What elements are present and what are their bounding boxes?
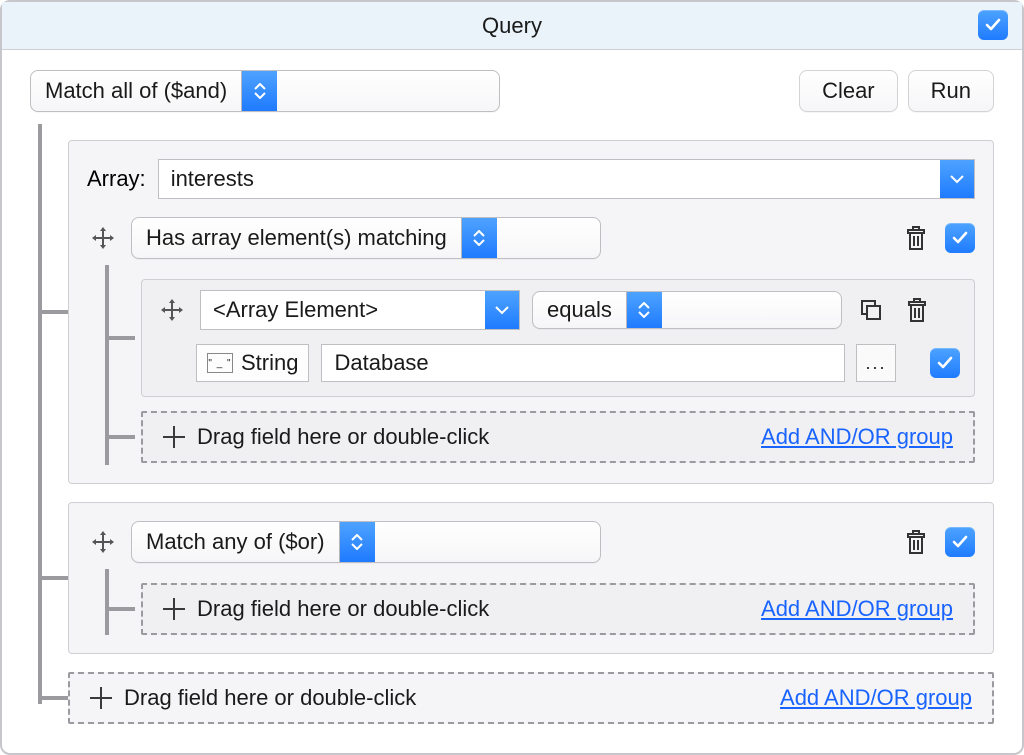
plus-icon [163, 426, 185, 448]
delete-button[interactable] [899, 525, 933, 559]
plus-icon [90, 687, 112, 709]
root-drop-container: Drag field here or double-click Add AND/… [68, 672, 994, 724]
match-mode-row: Match any of ($or) [87, 521, 975, 563]
value-type-label: String [241, 350, 298, 376]
value-more-button[interactable]: ... [856, 344, 896, 382]
or-group-card: Match any of ($or) [68, 502, 994, 654]
drag-handle-icon[interactable] [87, 529, 119, 555]
query-body: Array: interests [2, 124, 1022, 752]
chevrons-icon [339, 522, 375, 562]
array-field-input[interactable]: interests [158, 159, 975, 199]
tree-row-1: Array: interests [40, 140, 994, 484]
tree-tick [107, 336, 135, 340]
toolbar: Match all of ($and) Clear Run [2, 50, 1022, 124]
match-mode-row: Has array element(s) matching [87, 217, 975, 259]
operator-select[interactable]: equals [532, 291, 842, 329]
window-title: Query [482, 13, 542, 39]
chevron-down-icon [485, 291, 519, 329]
tree-tick [107, 607, 135, 611]
or-match-mode-label: Match any of ($or) [132, 529, 339, 555]
drop-zone-text: Drag field here or double-click [197, 424, 489, 450]
value-text: Database [334, 350, 428, 376]
array-field-row: Array: interests [87, 159, 975, 199]
add-group-link[interactable]: Add AND/OR group [761, 424, 953, 450]
rule-enabled-checkbox[interactable] [930, 348, 960, 378]
titlebar-checkbox[interactable] [978, 10, 1008, 40]
value-input[interactable]: Database [321, 344, 845, 382]
inner-row-element: <Array Element> equals [107, 279, 975, 397]
inner-row-dropzone: Drag field here or double-click Add AND/… [107, 583, 975, 635]
or-match-mode-select[interactable]: Match any of ($or) [131, 521, 601, 563]
tree-tick [107, 435, 135, 439]
inner-row-dropzone: Drag field here or double-click Add AND/… [107, 411, 975, 463]
chevrons-icon [461, 218, 497, 258]
element-condition-card: <Array Element> equals [141, 279, 975, 397]
run-button[interactable]: Run [908, 70, 994, 112]
field-select[interactable]: <Array Element> [200, 290, 520, 330]
add-group-link[interactable]: Add AND/OR group [780, 685, 972, 711]
root-match-mode-select[interactable]: Match all of ($and) [30, 70, 500, 112]
chevrons-icon [241, 71, 277, 111]
tree-row-3: Drag field here or double-click Add AND/… [40, 672, 994, 724]
drop-zone[interactable]: Drag field here or double-click Add AND/… [141, 411, 975, 463]
field-select-value: <Array Element> [201, 297, 485, 323]
delete-button[interactable] [899, 221, 933, 255]
delete-button[interactable] [900, 293, 934, 327]
plus-icon [163, 598, 185, 620]
tree-tick [40, 696, 68, 700]
drag-handle-icon[interactable] [87, 225, 119, 251]
rule-enabled-checkbox[interactable] [945, 223, 975, 253]
array-label: Array: [87, 166, 146, 192]
array-match-mode-select[interactable]: Has array element(s) matching [131, 217, 601, 259]
tree-tick [40, 576, 68, 580]
titlebar: Query [2, 2, 1022, 50]
clear-button[interactable]: Clear [799, 70, 898, 112]
value-type-select[interactable]: " _ " String [196, 344, 309, 382]
chevrons-icon [626, 292, 662, 328]
add-group-link[interactable]: Add AND/OR group [761, 596, 953, 622]
drop-zone-text: Drag field here or double-click [124, 685, 416, 711]
rule-enabled-checkbox[interactable] [945, 527, 975, 557]
drag-handle-icon[interactable] [156, 297, 188, 323]
query-tree: Array: interests [30, 124, 994, 724]
tree-tick [40, 310, 68, 314]
root-match-mode-label: Match all of ($and) [31, 78, 241, 104]
chevron-down-icon [940, 160, 974, 198]
drop-zone-text: Drag field here or double-click [197, 596, 489, 622]
drop-zone[interactable]: Drag field here or double-click Add AND/… [68, 672, 994, 724]
operator-label: equals [533, 297, 626, 323]
array-match-mode-label: Has array element(s) matching [132, 225, 461, 251]
string-type-icon: " _ " [207, 353, 233, 373]
copy-button[interactable] [854, 293, 888, 327]
drop-zone[interactable]: Drag field here or double-click Add AND/… [141, 583, 975, 635]
array-field-value: interests [159, 166, 940, 192]
tree-row-2: Match any of ($or) [40, 502, 994, 654]
array-group-card: Array: interests [68, 140, 994, 484]
